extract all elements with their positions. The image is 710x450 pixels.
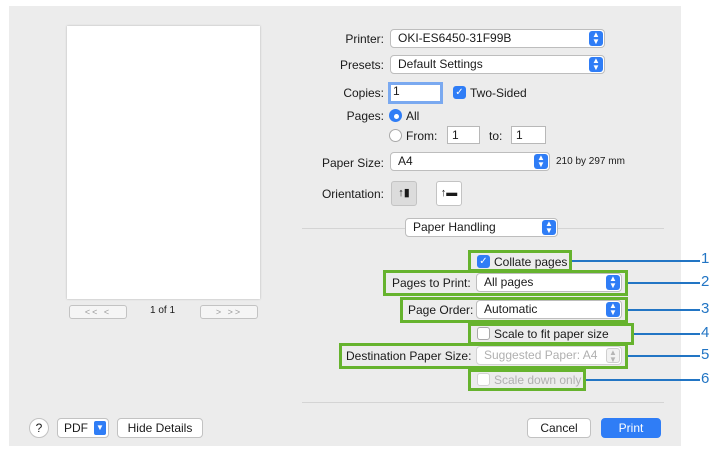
callout-line-5 — [628, 355, 700, 357]
pages-to-print-value: All pages — [484, 275, 534, 289]
preview-next-last-buttons[interactable]: > >> — [200, 305, 258, 319]
chevron-updown-icon: ▲ ▼ — [534, 154, 548, 169]
callout-line-1 — [572, 260, 700, 262]
pages-to-field[interactable]: 1 — [511, 126, 546, 144]
copies-field[interactable]: 1 — [388, 82, 443, 104]
callout-line-3 — [628, 309, 700, 311]
prev-page-button[interactable]: < — [104, 307, 111, 317]
copies-label: Copies: — [343, 86, 384, 100]
paper-size-select[interactable]: A4 ▲ ▼ — [390, 152, 550, 171]
destination-label: Destination Paper Size: — [346, 349, 472, 363]
pages-label: Pages: — [346, 109, 384, 123]
portrait-orientation-button[interactable]: ↑▮ — [391, 181, 417, 206]
pages-from-label: From: — [406, 129, 438, 143]
paper-size-label: Paper Size: — [321, 156, 384, 170]
presets-select[interactable]: Default Settings ▲ ▼ — [390, 55, 605, 74]
chevron-updown-icon: ▲ ▼ — [606, 275, 620, 290]
footer-divider — [302, 402, 664, 403]
chevron-updown-icon: ▲ ▼ — [606, 348, 620, 364]
chevron-down-icon: ▼ — [94, 421, 106, 435]
callout-1: 1 — [701, 250, 710, 267]
pdf-menu-button[interactable]: PDF ▼ — [57, 418, 109, 438]
help-button[interactable]: ? — [29, 418, 49, 438]
two-sided-label: Two-Sided — [470, 86, 527, 100]
section-select[interactable]: Paper Handling ▲ ▼ — [405, 218, 558, 237]
pages-all-radio[interactable] — [389, 109, 402, 122]
pages-from-radio[interactable] — [389, 129, 402, 142]
printer-select[interactable]: OKI-ES6450-31F99B ▲ ▼ — [390, 29, 605, 48]
callout-4: 4 — [701, 324, 710, 341]
next-page-button[interactable]: > — [216, 307, 223, 317]
preview-first-prev-buttons[interactable]: << < — [69, 305, 127, 319]
pages-to-print-label: Pages to Print: — [392, 276, 471, 290]
paper-size-value: A4 — [398, 154, 413, 168]
page-order-label: Page Order: — [408, 303, 474, 317]
presets-label: Presets: — [339, 58, 384, 72]
printer-value: OKI-ES6450-31F99B — [398, 31, 512, 45]
callout-5: 5 — [701, 346, 710, 363]
callout-3: 3 — [701, 300, 710, 317]
last-page-button[interactable]: >> — [228, 307, 243, 317]
orientation-label: Orientation: — [321, 187, 384, 201]
landscape-icon: ↑▬ — [440, 187, 458, 199]
paper-dimensions: 210 by 297 mm — [556, 156, 625, 167]
pages-from-field[interactable]: 1 — [447, 126, 480, 144]
chevron-updown-icon: ▲ ▼ — [606, 302, 620, 317]
print-button[interactable]: Print — [601, 418, 661, 438]
chevron-updown-icon: ▲ ▼ — [589, 57, 603, 72]
pages-to-print-select[interactable]: All pages ▲ ▼ — [476, 273, 622, 292]
chevron-updown-icon: ▲ ▼ — [589, 31, 603, 46]
destination-value: Suggested Paper: A4 — [484, 348, 598, 362]
section-value: Paper Handling — [413, 220, 496, 234]
print-preview — [67, 26, 260, 299]
page-order-value: Automatic — [484, 302, 538, 316]
scale-fit-checkbox[interactable] — [477, 327, 490, 340]
callout-6: 6 — [701, 370, 710, 387]
destination-select[interactable]: Suggested Paper: A4 ▲ ▼ — [476, 346, 622, 365]
two-sided-checkbox[interactable]: ✓ — [453, 86, 466, 99]
pages-to-label: to: — [489, 129, 503, 143]
collate-label: Collate pages — [494, 255, 568, 269]
page-order-select[interactable]: Automatic ▲ ▼ — [476, 300, 622, 319]
callout-line-6 — [586, 379, 700, 381]
pages-all-label: All — [406, 109, 420, 123]
cancel-button[interactable]: Cancel — [527, 418, 591, 438]
scale-down-checkbox[interactable] — [477, 373, 490, 386]
callout-2: 2 — [701, 273, 710, 290]
portrait-icon: ↑▮ — [398, 187, 410, 199]
printer-label: Printer: — [345, 32, 384, 46]
preview-page-text: 1 of 1 — [150, 305, 176, 316]
scale-down-label: Scale down only — [494, 373, 582, 387]
landscape-orientation-button[interactable]: ↑▬ — [436, 181, 462, 206]
hide-details-button[interactable]: Hide Details — [117, 418, 203, 438]
scale-fit-label: Scale to fit paper size — [494, 327, 609, 341]
callout-line-4 — [634, 333, 700, 335]
collate-checkbox[interactable]: ✓ — [477, 255, 490, 268]
chevron-updown-icon: ▲ ▼ — [542, 220, 556, 235]
callout-line-2 — [628, 282, 700, 284]
pdf-label: PDF — [64, 421, 88, 435]
presets-value: Default Settings — [398, 57, 483, 71]
first-page-button[interactable]: << — [85, 307, 100, 317]
